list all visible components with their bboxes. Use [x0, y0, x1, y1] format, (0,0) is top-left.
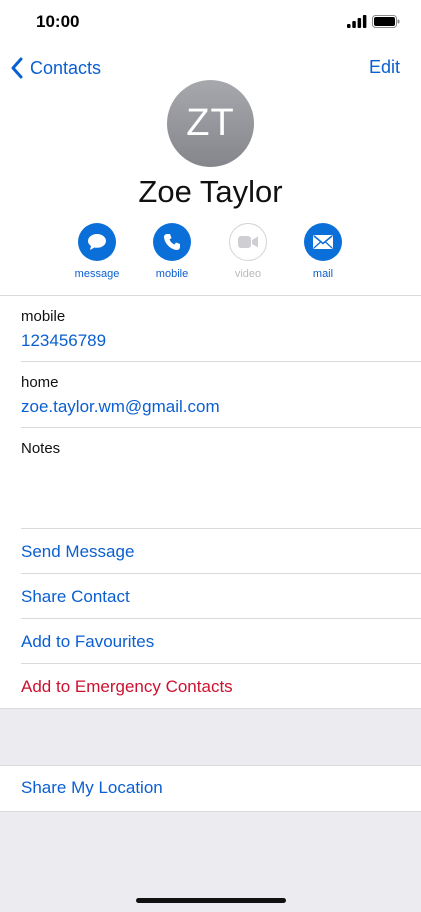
- row-divider: [21, 528, 421, 529]
- header-divider: [0, 295, 421, 296]
- row-divider: [21, 361, 421, 362]
- envelope-icon: [313, 235, 333, 249]
- avatar-initials: ZT: [186, 102, 235, 144]
- mail-action-button[interactable]: mail: [288, 223, 358, 280]
- phone-number-link[interactable]: 123456789: [21, 331, 106, 351]
- speech-bubble-icon: [88, 234, 106, 250]
- phone-icon: [164, 234, 180, 250]
- email-link[interactable]: zoe.taylor.wm@gmail.com: [21, 397, 220, 417]
- add-emergency-contact-row[interactable]: Add to Emergency Contacts: [21, 677, 233, 697]
- section-divider: [0, 708, 421, 709]
- row-divider: [21, 427, 421, 428]
- notes-label[interactable]: Notes: [21, 440, 60, 457]
- message-action-label: message: [74, 268, 120, 280]
- mobile-action-label: mobile: [155, 268, 189, 280]
- row-divider: [21, 663, 421, 664]
- field-label-home: home: [21, 374, 59, 391]
- video-camera-icon: [238, 236, 258, 248]
- share-contact-row[interactable]: Share Contact: [21, 587, 130, 607]
- battery-icon: [372, 15, 400, 28]
- mobile-circle: [153, 223, 191, 261]
- share-my-location-row[interactable]: Share My Location: [21, 778, 163, 798]
- cellular-signal-icon: [347, 15, 367, 28]
- mail-circle: [304, 223, 342, 261]
- send-message-row[interactable]: Send Message: [21, 542, 134, 562]
- status-time: 10:00: [36, 12, 80, 31]
- video-action-button[interactable]: video: [213, 223, 283, 280]
- field-label-mobile: mobile: [21, 308, 66, 325]
- mobile-action-button[interactable]: mobile: [137, 223, 207, 280]
- message-circle: [78, 223, 116, 261]
- avatar: ZT: [167, 80, 254, 167]
- chevron-left-icon: [11, 57, 23, 79]
- mail-action-label: mail: [312, 268, 334, 280]
- back-button[interactable]: Contacts: [10, 54, 101, 82]
- add-to-favourites-row[interactable]: Add to Favourites: [21, 632, 154, 652]
- row-divider: [21, 618, 421, 619]
- video-action-label: video: [234, 268, 262, 280]
- contact-detail-screen: 10:00 Contacts Edit ZT Zoe Taylor messag…: [0, 0, 421, 912]
- back-label: Contacts: [30, 57, 102, 78]
- message-action-button[interactable]: message: [62, 223, 132, 280]
- row-divider: [21, 573, 421, 574]
- home-indicator[interactable]: [136, 898, 286, 903]
- contact-name: Zoe Taylor: [138, 174, 283, 209]
- edit-button[interactable]: Edit: [369, 57, 400, 78]
- video-circle: [229, 223, 267, 261]
